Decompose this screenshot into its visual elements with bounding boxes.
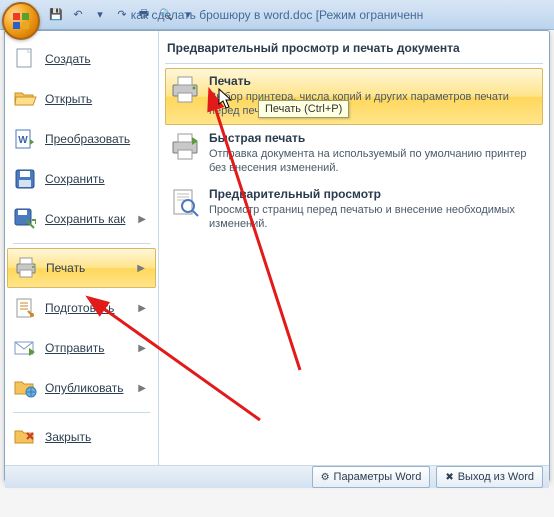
menu-item-save[interactable]: Сохранить <box>5 159 158 199</box>
submenu-arrow-icon: ▶ <box>134 303 150 314</box>
menu-separator <box>13 243 150 244</box>
qat-save-icon[interactable]: 💾 <box>48 7 64 23</box>
menu-item-label: Преобразовать <box>45 132 150 146</box>
menu-item-label: Открыть <box>45 92 150 106</box>
folder-open-icon <box>13 87 37 111</box>
menu-item-send[interactable]: Отправить ▶ <box>5 328 158 368</box>
save-icon <box>13 167 37 191</box>
publish-icon <box>13 376 37 400</box>
submenu-arrow-icon: ▶ <box>133 263 149 274</box>
options-icon: ⚙ <box>321 472 330 483</box>
save-as-icon <box>13 207 37 231</box>
menu-item-label: Закрыть <box>45 430 150 444</box>
qat-preview-icon[interactable]: 🔍 <box>158 7 174 23</box>
submenu-title: Печать <box>209 74 539 88</box>
button-label: Выход из Word <box>458 471 534 483</box>
submenu-title: Быстрая печать <box>209 131 539 145</box>
send-icon <box>13 336 37 360</box>
mouse-cursor-icon <box>218 88 234 110</box>
convert-icon: W <box>13 127 37 151</box>
right-panel-header: Предварительный просмотр и печать докуме… <box>165 37 543 64</box>
submenu-desc: Отправка документа на используемый по ум… <box>209 147 539 176</box>
menu-item-convert[interactable]: W Преобразовать <box>5 119 158 159</box>
exit-icon: ✖ <box>445 472 453 483</box>
title-bar: 💾 ↶ ▾ ↷ 🖶 🔍 ▾ как сделать брошюру в word… <box>0 0 554 30</box>
exit-word-button[interactable]: ✖ Выход из Word <box>436 466 543 488</box>
word-options-button[interactable]: ⚙ Параметры Word <box>312 466 431 488</box>
office-menu: Создать Открыть W Преобразовать Сохранит… <box>4 30 550 482</box>
quick-print-icon <box>169 131 201 163</box>
printer-icon <box>169 74 201 106</box>
tooltip: Печать (Ctrl+P) <box>258 100 349 118</box>
menu-left-column: Создать Открыть W Преобразовать Сохранит… <box>5 31 159 465</box>
submenu-text: Предварительный просмотр Просмотр страни… <box>209 187 539 232</box>
submenu-arrow-icon: ▶ <box>134 343 150 354</box>
quick-access-toolbar: 💾 ↶ ▾ ↷ 🖶 🔍 ▾ <box>48 7 196 23</box>
menu-item-close[interactable]: Закрыть <box>5 417 158 457</box>
menu-item-label: Сохранить <box>45 172 150 186</box>
close-folder-icon <box>13 425 37 449</box>
qat-undo-icon[interactable]: ↶ <box>70 7 86 23</box>
menu-item-new[interactable]: Создать <box>5 39 158 79</box>
prepare-icon <box>13 296 37 320</box>
menu-item-label: Создать <box>45 52 150 66</box>
button-label: Параметры Word <box>334 471 422 483</box>
menu-item-open[interactable]: Открыть <box>5 79 158 119</box>
menu-item-label: Подготовить <box>45 301 134 315</box>
submenu-desc: Просмотр страниц перед печатью и внесени… <box>209 203 539 232</box>
print-icon <box>14 256 38 280</box>
menu-item-label: Опубликовать <box>45 381 134 395</box>
submenu-item-preview[interactable]: Предварительный просмотр Просмотр страни… <box>165 181 543 238</box>
new-document-icon <box>13 47 37 71</box>
menu-separator <box>13 412 150 413</box>
office-button[interactable] <box>2 2 40 40</box>
qat-dropdown-icon[interactable]: ▾ <box>92 7 108 23</box>
svg-text:W: W <box>18 135 28 146</box>
preview-icon <box>169 187 201 219</box>
qat-customize-icon[interactable]: ▾ <box>180 7 196 23</box>
menu-item-label: Печать <box>46 261 133 275</box>
menu-item-label: Отправить <box>45 341 134 355</box>
submenu-text: Быстрая печать Отправка документа на исп… <box>209 131 539 176</box>
qat-redo-icon[interactable]: ↷ <box>114 7 130 23</box>
menu-item-prepare[interactable]: Подготовить ▶ <box>5 288 158 328</box>
menu-item-print[interactable]: Печать ▶ <box>7 248 156 288</box>
qat-print-icon[interactable]: 🖶 <box>136 7 152 23</box>
submenu-item-quick-print[interactable]: Быстрая печать Отправка документа на исп… <box>165 125 543 182</box>
menu-item-save-as[interactable]: Сохранить как ▶ <box>5 199 158 239</box>
menu-footer: ⚙ Параметры Word ✖ Выход из Word <box>5 466 549 488</box>
menu-body: Создать Открыть W Преобразовать Сохранит… <box>5 31 549 466</box>
menu-item-label: Сохранить как <box>45 212 134 226</box>
menu-item-publish[interactable]: Опубликовать ▶ <box>5 368 158 408</box>
submenu-title: Предварительный просмотр <box>209 187 539 201</box>
submenu-arrow-icon: ▶ <box>134 383 150 394</box>
submenu-arrow-icon: ▶ <box>134 214 150 225</box>
